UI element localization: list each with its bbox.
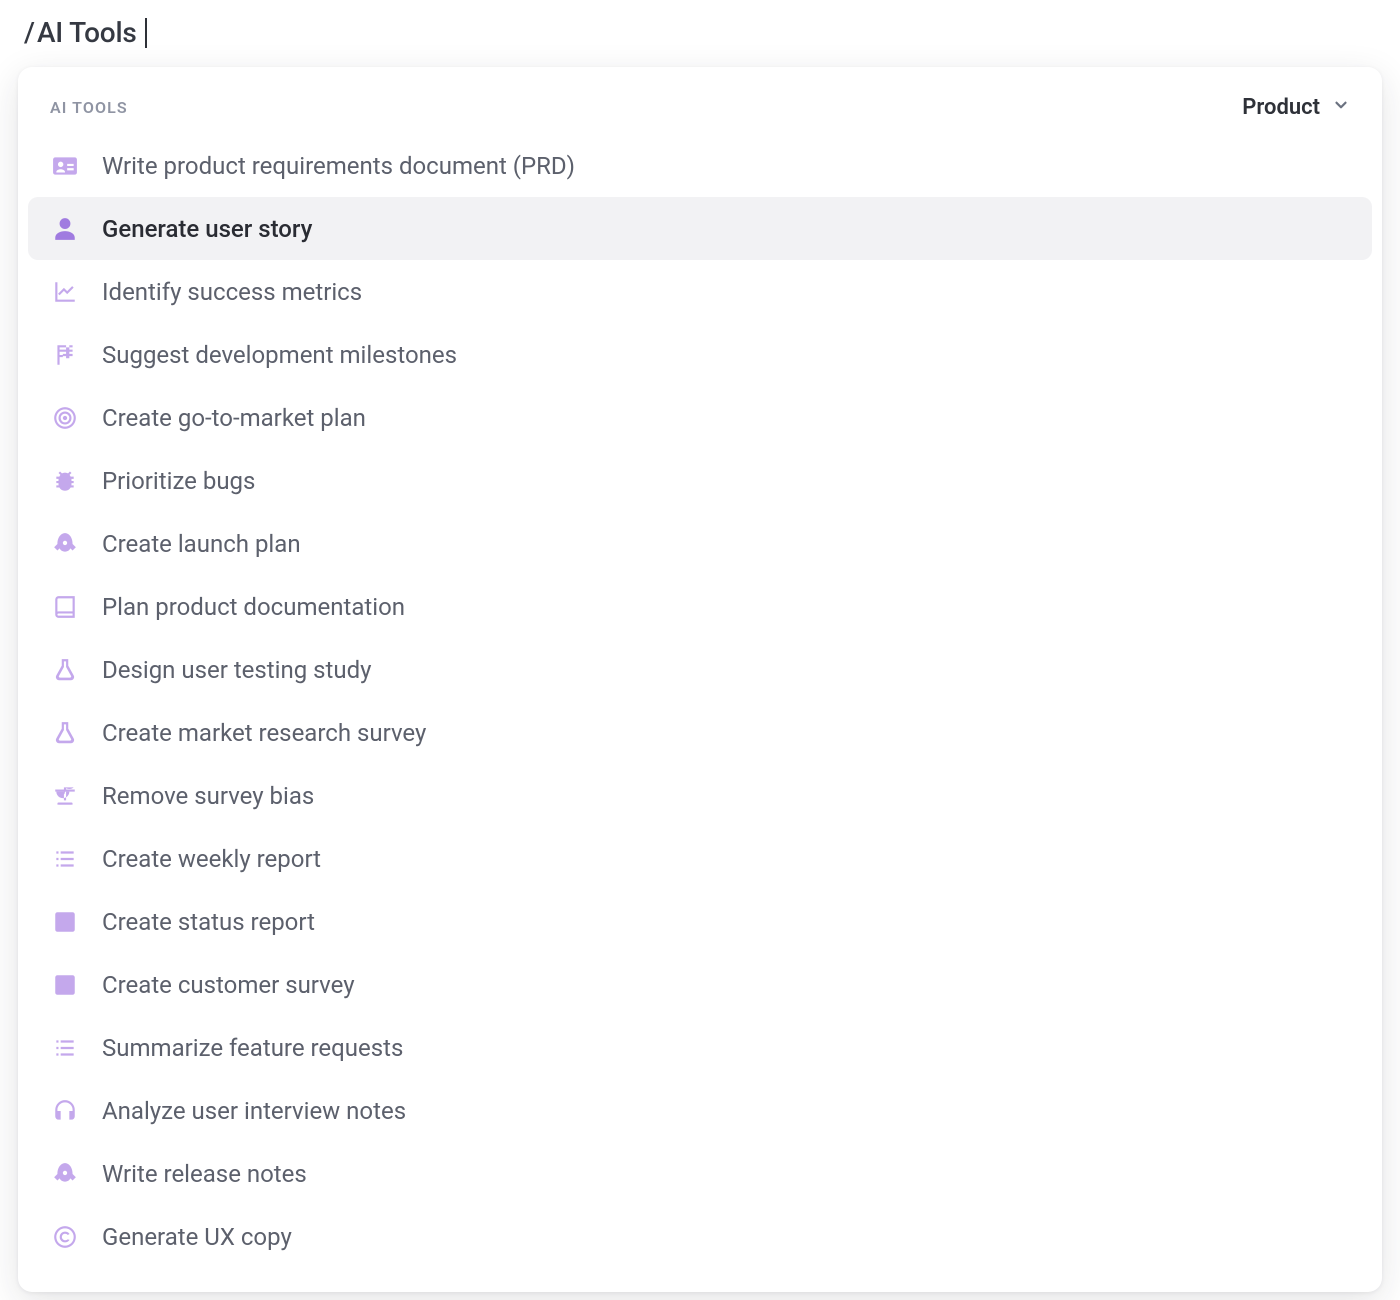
menu-item-label: Plan product documentation [102, 593, 405, 621]
dropdown-header: AI TOOLS Product [18, 85, 1382, 134]
menu-item-label: Identify success metrics [102, 278, 362, 306]
flask-icon [50, 718, 80, 748]
flask-icon [50, 655, 80, 685]
rocket-icon [50, 1159, 80, 1189]
menu-list: Write product requirements document (PRD… [18, 134, 1382, 1268]
target-icon [50, 403, 80, 433]
menu-item-label: Generate user story [102, 215, 312, 243]
bug-icon [50, 466, 80, 496]
menu-item-label: Design user testing study [102, 656, 372, 684]
menu-item-label: Create customer survey [102, 971, 355, 999]
menu-item[interactable]: Analyze user interview notes [28, 1079, 1372, 1142]
chart-line-icon [50, 277, 80, 307]
menu-item[interactable]: Suggest development milestones [28, 323, 1372, 386]
id-card-icon [50, 151, 80, 181]
section-title: AI TOOLS [50, 98, 128, 117]
balance-icon [50, 781, 80, 811]
menu-item-label: Create status report [102, 908, 315, 936]
flag-checkered-icon [50, 340, 80, 370]
menu-item-label: Create launch plan [102, 530, 301, 558]
menu-item[interactable]: Prioritize bugs [28, 449, 1372, 512]
menu-item[interactable]: Create weekly report [28, 827, 1372, 890]
book-icon [50, 592, 80, 622]
rocket-icon [50, 529, 80, 559]
ai-tools-dropdown: AI TOOLS Product Write product requireme… [18, 67, 1382, 1292]
menu-item[interactable]: Summarize feature requests [28, 1016, 1372, 1079]
menu-item[interactable]: Write release notes [28, 1142, 1372, 1205]
report-icon [50, 907, 80, 937]
menu-item[interactable]: Write product requirements document (PRD… [28, 134, 1372, 197]
menu-item[interactable]: Generate user story [28, 197, 1372, 260]
menu-item-label: Create market research survey [102, 719, 426, 747]
list-icon [50, 1033, 80, 1063]
menu-item[interactable]: Create market research survey [28, 701, 1372, 764]
menu-item[interactable]: Remove survey bias [28, 764, 1372, 827]
menu-item[interactable]: Plan product documentation [28, 575, 1372, 638]
menu-item-label: Create go-to-market plan [102, 404, 366, 432]
command-input[interactable]: / AI Tools [18, 12, 1382, 67]
menu-item-label: Summarize feature requests [102, 1034, 403, 1062]
chevron-down-icon [1332, 95, 1350, 120]
headset-icon [50, 1096, 80, 1126]
menu-item[interactable]: Create customer survey [28, 953, 1372, 1016]
filter-selector[interactable]: Product [1242, 95, 1350, 120]
menu-item[interactable]: Generate UX copy [28, 1205, 1372, 1268]
menu-item-label: Analyze user interview notes [102, 1097, 406, 1125]
menu-item-label: Create weekly report [102, 845, 321, 873]
menu-item[interactable]: Design user testing study [28, 638, 1372, 701]
menu-item-label: Generate UX copy [102, 1223, 292, 1251]
menu-item[interactable]: Identify success metrics [28, 260, 1372, 323]
text-cursor [145, 18, 147, 48]
list-icon [50, 844, 80, 874]
menu-item[interactable]: Create go-to-market plan [28, 386, 1372, 449]
filter-label: Product [1242, 95, 1320, 120]
menu-item-label: Suggest development milestones [102, 341, 457, 369]
bar-chart-icon [50, 970, 80, 1000]
menu-item-label: Write product requirements document (PRD… [102, 152, 575, 180]
menu-item[interactable]: Create status report [28, 890, 1372, 953]
menu-item-label: Prioritize bugs [102, 467, 255, 495]
command-slash: / [24, 16, 35, 49]
menu-item-label: Remove survey bias [102, 782, 314, 810]
copyright-icon [50, 1222, 80, 1252]
menu-item-label: Write release notes [102, 1160, 307, 1188]
menu-item[interactable]: Create launch plan [28, 512, 1372, 575]
person-icon [50, 214, 80, 244]
command-text: AI Tools [37, 16, 137, 49]
